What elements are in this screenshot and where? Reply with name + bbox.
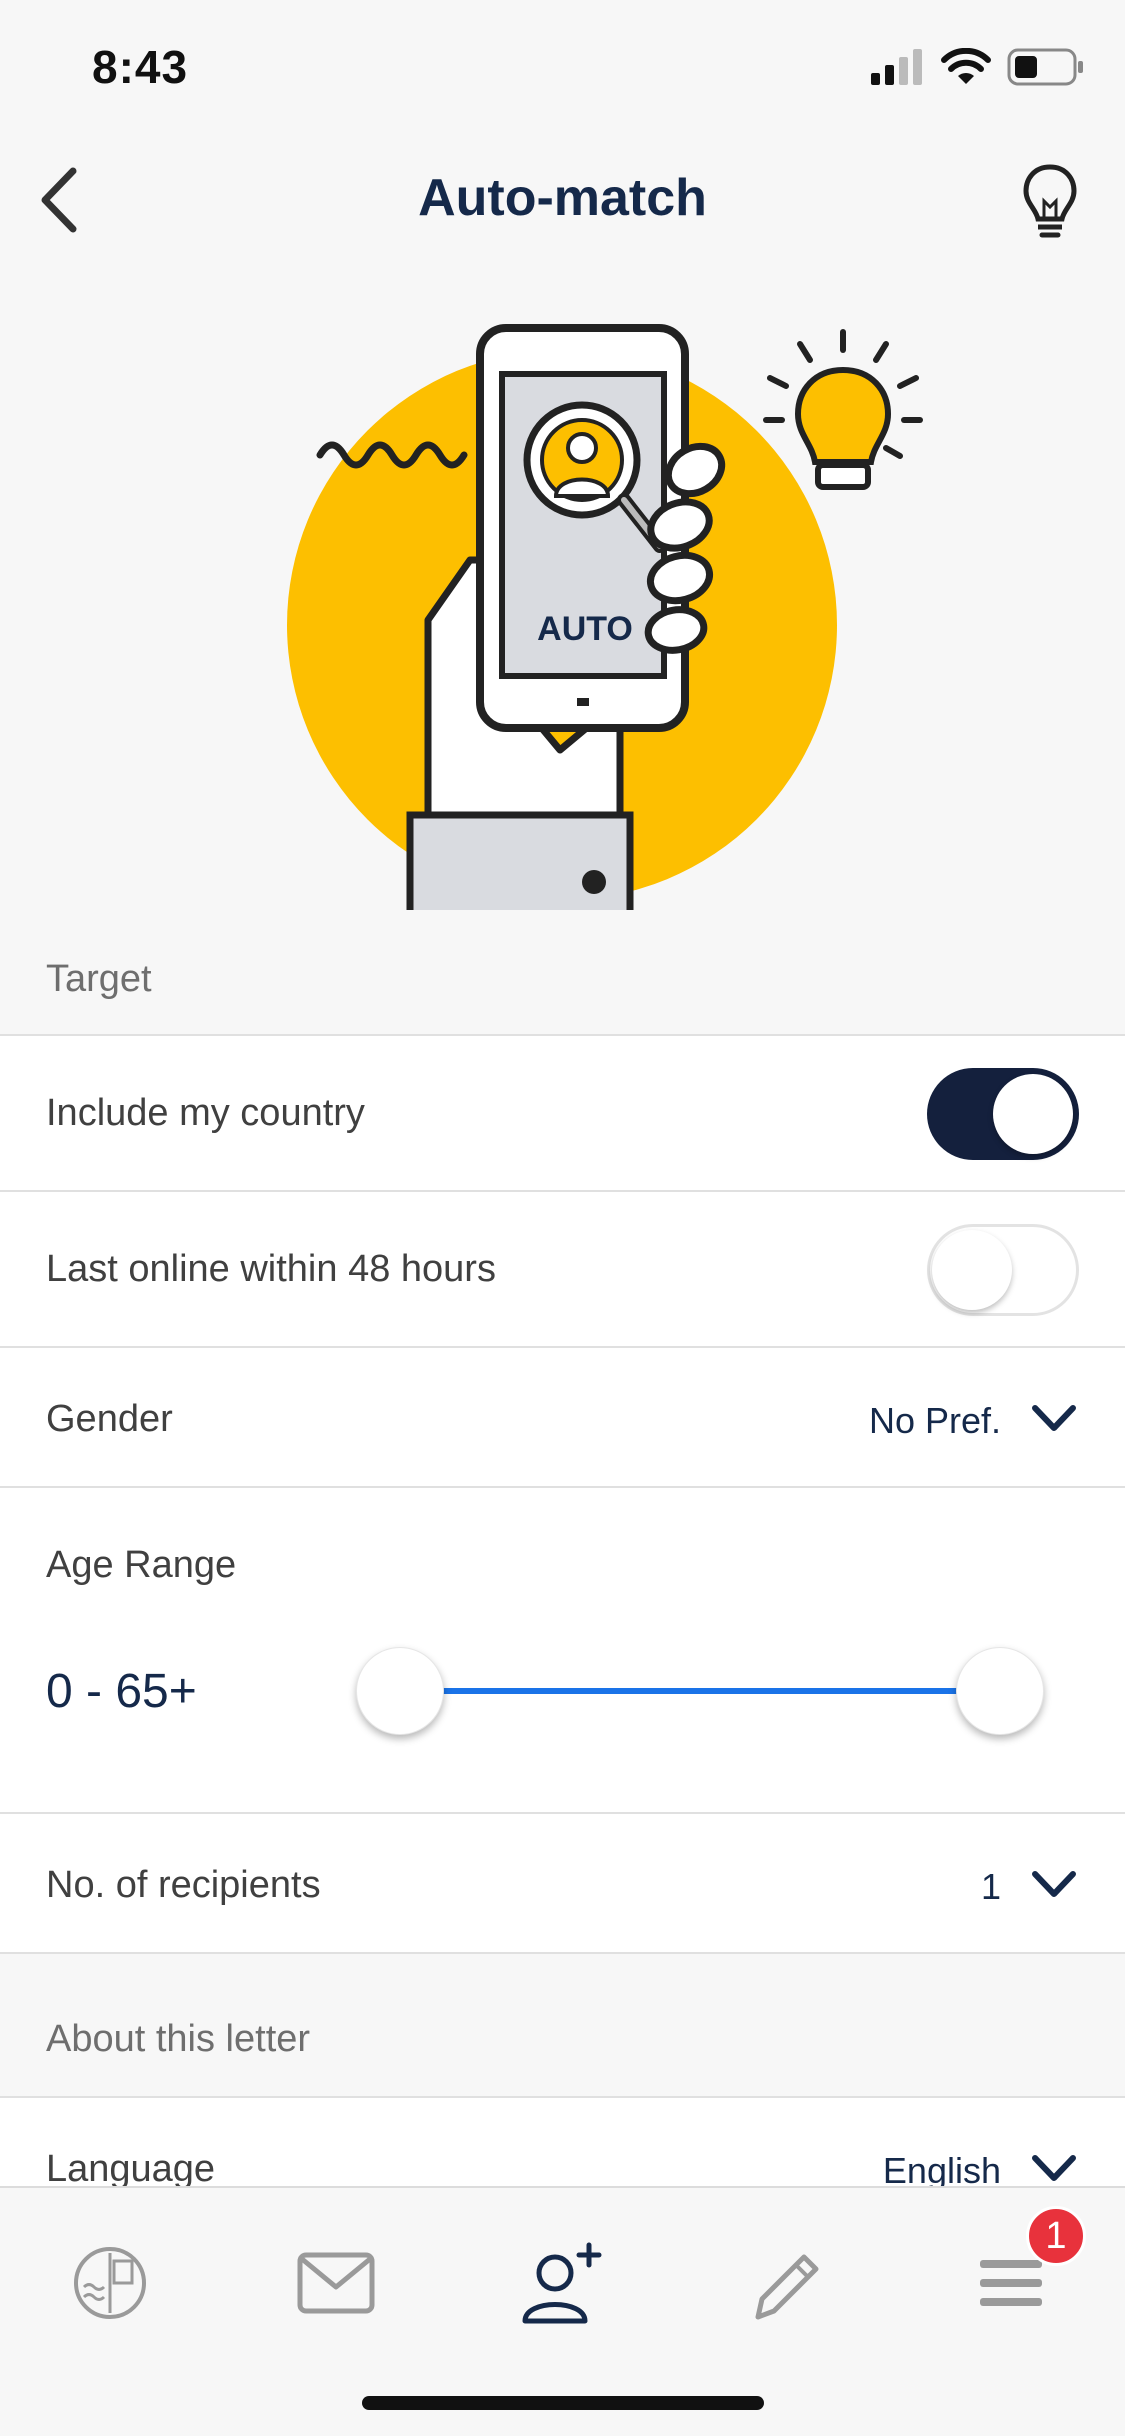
include-country-row: Include my country — [0, 1034, 1125, 1192]
age-range-row: Age Range 0 - 65+ — [0, 1486, 1125, 1814]
recipients-label: No. of recipients — [46, 1864, 321, 1906]
envelope-icon — [297, 2252, 375, 2314]
chevron-down-icon — [1032, 1871, 1076, 1897]
toggle-knob — [993, 1074, 1073, 1154]
phone-auto-label: AUTO — [537, 610, 633, 648]
notification-badge: 1 — [1026, 2206, 1086, 2266]
section-header-about: About this letter — [46, 2018, 311, 2060]
menu-icon — [980, 2260, 1042, 2306]
menu-tab[interactable]: 1 — [956, 2206, 1086, 2338]
language-label: Language — [46, 2148, 216, 2190]
auto-match-illustration: AUTO — [287, 324, 923, 919]
recipients-value: 1 — [980, 1866, 1001, 1907]
idea-lightbulb-icon — [763, 329, 923, 490]
age-range-slider-track[interactable] — [400, 1688, 1000, 1694]
age-max-thumb[interactable] — [956, 1647, 1044, 1735]
age-range-value: 0 - 65+ — [46, 1665, 197, 1718]
stamp-tab[interactable] — [55, 2228, 165, 2338]
write-tab[interactable] — [731, 2228, 841, 2338]
status-icons — [869, 48, 1085, 86]
lightbulb-icon — [1023, 164, 1077, 238]
age-min-thumb[interactable] — [356, 1647, 444, 1735]
stamp-icon — [74, 2247, 146, 2319]
gender-value: No Pref. — [868, 1400, 1001, 1441]
include-country-label: Include my country — [46, 1092, 365, 1134]
section-header-target: Target — [46, 958, 152, 1000]
recipients-row[interactable]: No. of recipients 1 — [0, 1812, 1125, 1954]
wifi-icon — [941, 48, 991, 84]
age-range-label: Age Range — [46, 1544, 237, 1586]
signal-icon — [871, 49, 922, 85]
hero-illustration: AUTO — [0, 270, 1125, 919]
navigation-bar: Auto-match — [0, 140, 1125, 260]
battery-icon — [1007, 48, 1083, 86]
status-time: 8:43 — [92, 41, 189, 93]
page-title: Auto-match — [418, 169, 707, 227]
status-bar: 8:43 — [0, 0, 1125, 130]
pencil-icon — [755, 2254, 819, 2320]
chevron-down-icon — [1032, 1405, 1076, 1431]
last-online-row: Last online within 48 hours — [0, 1190, 1125, 1348]
add-friend-tab[interactable] — [506, 2228, 616, 2338]
chevron-down-icon — [1032, 2155, 1076, 2181]
home-indicator — [362, 2396, 764, 2410]
last-online-toggle[interactable] — [927, 1224, 1079, 1316]
include-country-toggle[interactable] — [927, 1068, 1079, 1160]
toggle-knob — [932, 1230, 1012, 1310]
last-online-label: Last online within 48 hours — [46, 1248, 496, 1290]
user-plus-icon — [522, 2242, 602, 2324]
gender-label: Gender — [46, 1398, 173, 1440]
letters-tab[interactable] — [281, 2228, 391, 2338]
tips-button[interactable] — [1005, 156, 1095, 246]
gender-row[interactable]: Gender No Pref. — [0, 1346, 1125, 1488]
